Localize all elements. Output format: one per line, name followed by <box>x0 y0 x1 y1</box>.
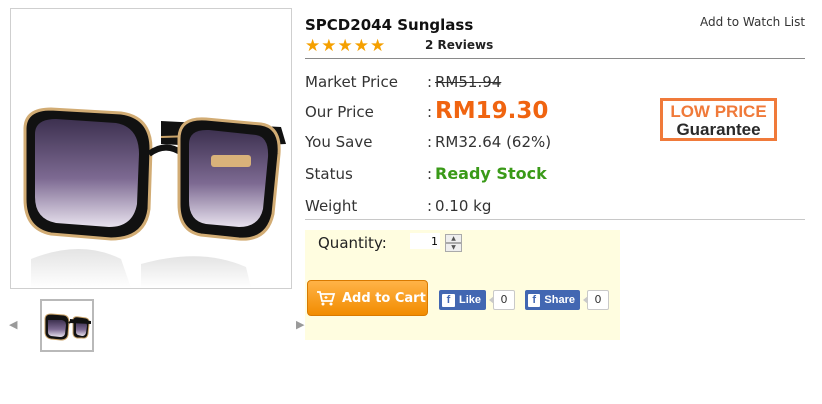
add-to-cart-button[interactable]: Add to Cart <box>307 280 428 316</box>
spinner-down-icon[interactable]: ▼ <box>445 243 462 252</box>
quantity-input[interactable] <box>410 233 440 249</box>
low-price-guarantee-badge: LOW PRICE Guarantee <box>660 98 777 141</box>
divider <box>305 58 805 59</box>
arrow-left-icon[interactable]: ◀ <box>9 318 17 331</box>
quantity-label: Quantity: <box>318 234 387 252</box>
like-label: Like <box>458 294 481 306</box>
product-main-image[interactable] <box>10 8 292 289</box>
our-price-value: RM19.30 <box>435 98 549 124</box>
weight-value: 0.10 kg <box>435 197 492 215</box>
badge-line2: Guarantee <box>676 120 761 139</box>
sunglasses-thumbnail-image <box>44 313 91 341</box>
facebook-like-button[interactable]: f Like <box>439 290 486 310</box>
facebook-icon: f <box>442 293 455 307</box>
add-to-watch-list-link[interactable]: Add to Watch List <box>700 15 805 29</box>
add-to-cart-label: Add to Cart <box>342 290 426 306</box>
facebook-icon: f <box>528 293 541 307</box>
like-count: 0 <box>489 290 515 310</box>
share-count: 0 <box>583 290 609 310</box>
you-save-colon: : <box>427 133 433 151</box>
divider <box>305 219 805 220</box>
star-icon: ★★★★★ <box>305 36 387 56</box>
arrow-right-icon[interactable]: ▶ <box>296 318 304 331</box>
market-price-colon: : <box>427 73 433 91</box>
spinner-up-icon[interactable]: ▲ <box>445 234 462 243</box>
badge-line1: LOW PRICE <box>670 102 767 121</box>
weight-label: Weight <box>305 197 358 215</box>
status-label: Status <box>305 165 353 183</box>
our-price-colon: : <box>427 103 433 121</box>
product-thumbnail[interactable] <box>40 299 94 352</box>
product-title: SPCD2044 Sunglass <box>305 16 474 34</box>
market-price-label: Market Price <box>305 73 398 91</box>
share-label: Share <box>544 294 575 306</box>
weight-colon: : <box>427 197 433 215</box>
you-save-value: RM32.64 (62%) <box>435 133 552 151</box>
facebook-share-button[interactable]: f Share <box>525 290 580 310</box>
cart-icon <box>317 291 336 306</box>
our-price-label: Our Price <box>305 103 374 121</box>
status-value: Ready Stock <box>435 164 547 183</box>
you-save-label: You Save <box>305 133 373 151</box>
reviews-link[interactable]: 2 Reviews <box>425 38 493 52</box>
sunglasses-image <box>23 107 286 288</box>
status-colon: : <box>427 165 433 183</box>
market-price-value: RM51.94 <box>435 73 502 91</box>
